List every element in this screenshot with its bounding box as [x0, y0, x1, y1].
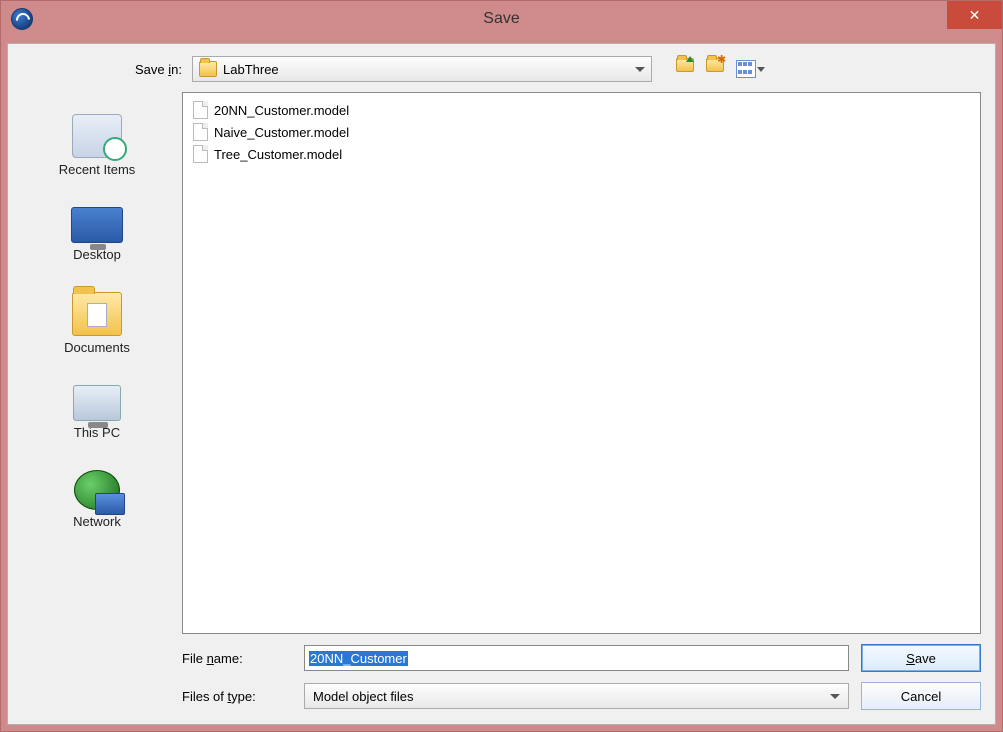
chevron-down-icon [635, 67, 645, 72]
new-folder-icon[interactable] [706, 58, 728, 80]
network-icon [74, 470, 120, 510]
body-row: Recent Items Desktop Documents This PC Netwo… [22, 92, 981, 710]
file-item[interactable]: Tree_Customer.model [193, 143, 970, 165]
filetype-dropdown[interactable]: Model object files [304, 683, 849, 709]
place-network[interactable]: Network [22, 470, 172, 529]
place-label: Documents [22, 340, 172, 355]
place-thispc[interactable]: This PC [22, 385, 172, 440]
place-label: Network [22, 514, 172, 529]
app-icon [11, 8, 33, 30]
place-documents[interactable]: Documents [22, 292, 172, 355]
desktop-icon [71, 207, 123, 243]
filetype-row: Files of type: Model object files Cancel [182, 682, 981, 710]
file-name: 20NN_Customer.model [214, 103, 349, 118]
file-item[interactable]: 20NN_Customer.model [193, 99, 970, 121]
save-in-value: LabThree [223, 62, 279, 77]
documents-icon [72, 292, 122, 336]
client-area: Save in: LabThree Recent Items Desktop Doc… [7, 43, 996, 725]
save-in-dropdown[interactable]: LabThree [192, 56, 652, 82]
right-column: 20NN_Customer.model Naive_Customer.model T… [182, 92, 981, 710]
close-button[interactable]: ✕ [947, 1, 1002, 29]
filename-label: File name: [182, 651, 292, 666]
place-recent[interactable]: Recent Items [22, 114, 172, 177]
save-in-row: Save in: LabThree [22, 56, 981, 82]
filename-input[interactable]: 20NN_Customer [304, 645, 849, 671]
close-icon: ✕ [969, 7, 981, 24]
chevron-down-icon [830, 694, 840, 699]
thispc-icon [73, 385, 121, 421]
file-name: Naive_Customer.model [214, 125, 349, 140]
filename-value: 20NN_Customer [309, 651, 408, 666]
folder-icon [199, 61, 217, 77]
file-list[interactable]: 20NN_Customer.model Naive_Customer.model T… [182, 92, 981, 634]
filename-row: File name: 20NN_Customer Save [182, 644, 981, 672]
view-menu-icon[interactable] [736, 60, 756, 78]
filetype-value: Model object files [313, 689, 413, 704]
window-title: Save [1, 10, 1002, 28]
titlebar: Save ✕ [1, 1, 1002, 37]
chevron-down-icon [757, 67, 765, 72]
places-bar: Recent Items Desktop Documents This PC Netwo… [22, 92, 172, 710]
recent-icon [72, 114, 122, 158]
bottom-rows: File name: 20NN_Customer Save Files of t… [182, 644, 981, 710]
file-icon [193, 123, 208, 141]
file-icon [193, 145, 208, 163]
up-one-level-icon[interactable] [676, 58, 698, 80]
filetype-label: Files of type: [182, 689, 292, 704]
cancel-button[interactable]: Cancel [861, 682, 981, 710]
save-dialog-window: Save ✕ Save in: LabThree [0, 0, 1003, 732]
place-desktop[interactable]: Desktop [22, 207, 172, 262]
toolbar-icons [676, 58, 756, 80]
file-name: Tree_Customer.model [214, 147, 342, 162]
file-item[interactable]: Naive_Customer.model [193, 121, 970, 143]
save-button[interactable]: Save [861, 644, 981, 672]
place-label: Recent Items [22, 162, 172, 177]
save-in-label: Save in: [92, 62, 182, 77]
file-icon [193, 101, 208, 119]
